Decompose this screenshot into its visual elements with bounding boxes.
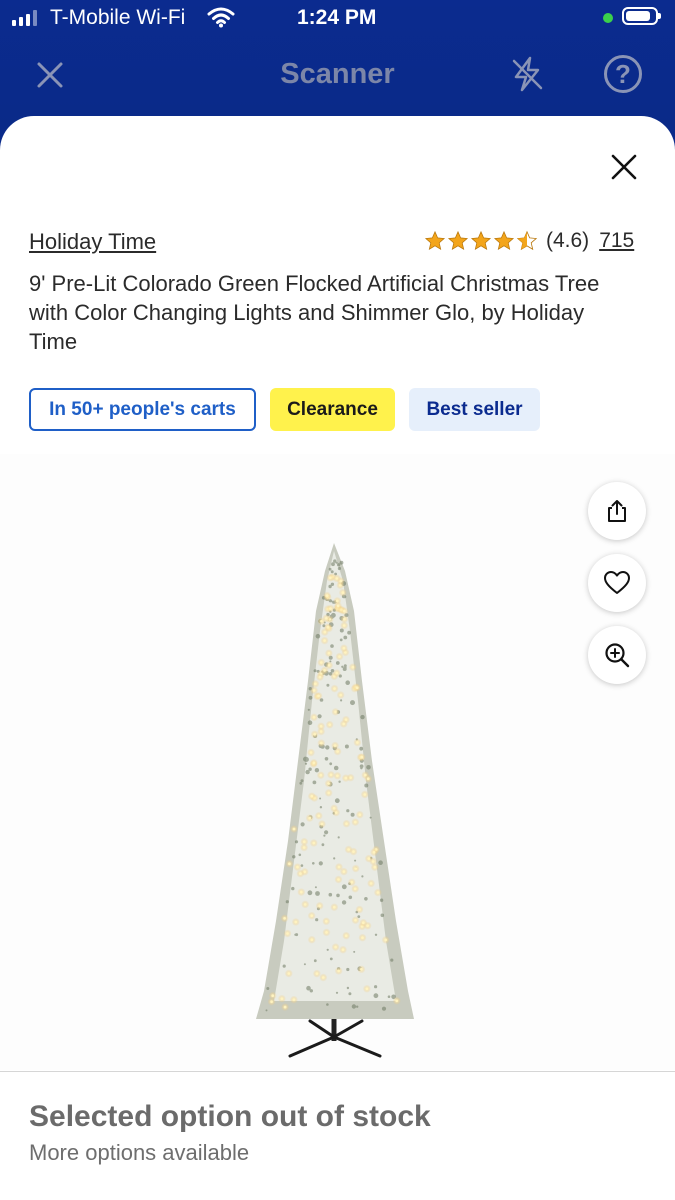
carts-badge: In 50+ people's carts xyxy=(29,388,256,431)
share-button[interactable] xyxy=(588,482,646,540)
rating-summary[interactable]: (4.6) 715 xyxy=(424,229,634,253)
more-options-text[interactable]: More options available xyxy=(29,1140,249,1166)
brand-link[interactable]: Holiday Time xyxy=(29,229,156,255)
star-full-icon xyxy=(493,230,515,251)
product-sheet: Holiday Time (4.6) 715 9' Pre-Lit Colora… xyxy=(0,116,675,1200)
star-half-icon xyxy=(516,230,538,251)
review-count-link[interactable]: 715 xyxy=(599,229,634,253)
sheet-close-button[interactable] xyxy=(605,148,643,186)
divider xyxy=(0,1071,675,1072)
wifi-icon xyxy=(207,6,235,34)
favorite-button[interactable] xyxy=(588,554,646,612)
status-time: 1:24 PM xyxy=(297,6,377,29)
product-title: 9' Pre-Lit Colorado Green Flocked Artifi… xyxy=(29,271,600,354)
flash-off-icon xyxy=(512,56,543,92)
out-of-stock-title: Selected option out of stock xyxy=(29,1100,431,1133)
battery-icon xyxy=(622,7,661,25)
clearance-badge: Clearance xyxy=(270,388,395,431)
star-full-icon xyxy=(447,230,469,251)
best-seller-badge: Best seller xyxy=(409,388,540,431)
help-icon: ? xyxy=(615,59,631,89)
share-icon xyxy=(608,500,626,522)
carrier-name: T-Mobile Wi-Fi xyxy=(50,6,186,29)
star-full-icon xyxy=(470,230,492,251)
star-rating xyxy=(424,230,538,252)
star-full-icon xyxy=(424,230,446,251)
heart-icon xyxy=(604,571,630,594)
product-image-christmas-tree xyxy=(256,543,414,1058)
top-bar: T-Mobile Wi-Fi 1:24 PM Scanner ? xyxy=(0,0,675,130)
cellular-signal-icon xyxy=(12,10,37,26)
help-button[interactable]: ? xyxy=(604,55,642,93)
zoom-in-icon xyxy=(605,643,630,668)
zoom-button[interactable] xyxy=(588,626,646,684)
header-title: Scanner xyxy=(280,58,395,90)
rating-value: (4.6) xyxy=(546,229,590,252)
flash-toggle-button[interactable] xyxy=(505,52,549,96)
close-icon xyxy=(611,154,637,180)
status-bar: T-Mobile Wi-Fi 1:24 PM xyxy=(0,0,675,38)
privacy-indicator-dot xyxy=(603,13,613,23)
